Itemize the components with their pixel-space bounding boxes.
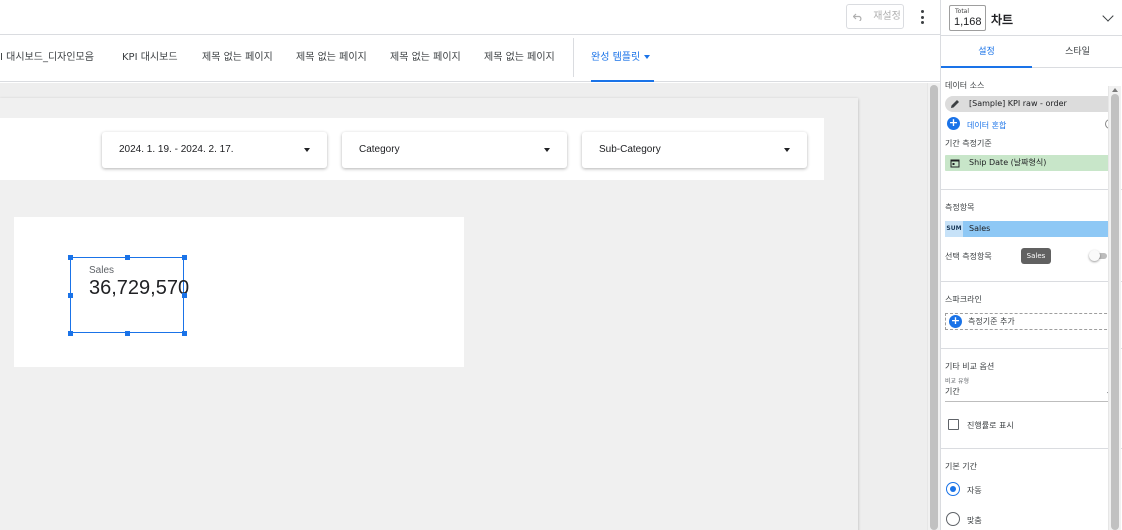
resize-handle[interactable] [182,331,187,336]
tab-separator [573,38,574,77]
category-filter-label: Category [359,144,400,155]
resize-handle[interactable] [125,255,130,260]
add-icon[interactable]: + [947,117,960,130]
date-range-label: 2024. 1. 19. - 2024. 2. 17. [119,144,234,155]
tab-page-5[interactable]: 제목 없는 페이지 [390,35,461,82]
scorecard-type-icon[interactable]: Total 1,168 [949,5,986,31]
radio-custom-label: 맞춤 [967,516,982,525]
tab-page-2[interactable]: KPI 대시보드 [122,35,178,82]
radio-auto[interactable] [946,482,960,496]
caret-down-icon [644,55,651,59]
comparison-options-title: 기타 비교 옵션 [945,362,995,371]
chevron-down-icon[interactable] [1102,10,1114,22]
sub-category-filter-label: Sub-Category [599,144,661,155]
type-icon-value: 1,168 [954,16,982,28]
date-range-filter[interactable]: 2024. 1. 19. - 2024. 2. 17. [102,132,327,168]
scrollbar-thumb[interactable] [930,85,938,530]
tab-page-4[interactable]: 제목 없는 페이지 [296,35,367,82]
properties-panel: Total 1,168 차트 설정 스타일 데이터 소스 [Sample] KP… [940,0,1122,530]
resize-handle[interactable] [68,255,73,260]
add-icon: + [949,314,962,328]
report-canvas: 2024. 1. 19. - 2024. 2. 17. Category Sub… [0,83,940,530]
default-range-title: 기본 기간 [945,462,977,471]
resize-handle[interactable] [68,293,73,298]
dropdown-arrow-icon [784,148,790,152]
progress-checkbox-label: 진행률로 표시 [967,421,1014,430]
radio-auto-label: 자동 [967,486,982,495]
tab-page-1[interactable]: PI 대시보드_디자인모음 [0,35,94,82]
aggregation-badge[interactable]: SUM [945,221,963,237]
panel-scrollbar[interactable] [1108,86,1121,530]
dropdown-arrow-icon [304,148,310,152]
optional-metrics-label: 선택 측정항목 [945,252,992,261]
comparison-type-value: 기간 [945,387,960,396]
data-source-chip[interactable]: [Sample] KPI raw - order [945,96,1117,112]
tab-style[interactable]: 스타일 [1032,36,1122,68]
scorecard-chart[interactable]: Sales 36,729,570 [68,255,189,336]
tab-template-label: 완성 템플릿 [591,52,641,63]
add-sparkline-dimension[interactable]: + 측정기준 추가 [945,313,1117,330]
add-dimension-label: 측정기준 추가 [968,317,1015,326]
resize-handle[interactable] [68,331,73,336]
more-vert-icon[interactable] [915,8,929,26]
comparison-type-label: 비교 유형 [945,378,969,385]
resize-handle[interactable] [125,331,130,336]
metric-field-name: Sales [969,224,991,233]
data-source-title: 데이터 소스 [945,81,985,90]
scrollbar-thumb[interactable] [1111,94,1119,530]
divider [941,189,1122,190]
reset-label: 재설정 [873,11,901,22]
date-dimension-name: Ship Date (날짜형식) [969,158,1047,167]
undo-icon [853,13,862,21]
category-filter[interactable]: Category [342,132,567,168]
type-icon-caption: Total [955,8,970,15]
filter-strip: 2024. 1. 19. - 2024. 2. 17. Category Sub… [0,118,824,180]
metric-chip[interactable]: SUM Sales [945,221,1117,237]
pencil-icon[interactable] [950,99,960,109]
tab-page-6[interactable]: 제목 없는 페이지 [484,35,555,82]
scorecard-value: 36,729,570 [89,277,190,299]
optional-metrics-toggle[interactable] [1089,250,1107,261]
date-range-dimension-title: 기간 측정기준 [945,139,992,148]
tooltip: Sales [1021,248,1051,264]
metric-section-title: 측정항목 [945,203,975,212]
tab-template[interactable]: 완성 템플릿 [591,35,654,82]
kpi-card-container: Sales 36,729,570 [14,217,464,367]
resize-handle[interactable] [182,293,187,298]
panel-header: Total 1,168 차트 [941,0,1122,36]
radio-custom[interactable] [946,512,960,526]
progress-checkbox[interactable] [948,419,959,430]
tab-page-3[interactable]: 제목 없는 페이지 [202,35,273,82]
page-tabs-bar: PI 대시보드_디자인모음 KPI 대시보드 제목 없는 페이지 제목 없는 페… [0,35,940,82]
blend-data-link[interactable]: 데이터 혼합 [967,120,1006,131]
tab-setup[interactable]: 설정 [941,36,1032,68]
divider [941,281,1122,282]
date-dimension-chip[interactable]: Ship Date (날짜형식) [945,155,1117,171]
panel-title: 차트 [991,13,1014,27]
top-toolbar: 재설정 [0,0,940,35]
canvas-scrollbar[interactable] [927,83,940,530]
data-source-name: [Sample] KPI raw - order [969,99,1067,108]
dropdown-arrow-icon [544,148,550,152]
report-page: 2024. 1. 19. - 2024. 2. 17. Category Sub… [0,98,858,530]
calendar-icon [950,159,960,168]
resize-handle[interactable] [182,255,187,260]
comparison-type-select[interactable]: 기간 [945,386,1115,402]
sub-category-filter[interactable]: Sub-Category [582,132,807,168]
scorecard-metric-label: Sales [89,265,115,276]
divider [941,448,1122,449]
scroll-up-icon[interactable] [1112,88,1118,92]
sparkline-title: 스파크라인 [945,295,982,304]
divider [941,348,1122,349]
reset-button[interactable]: 재설정 [846,4,904,29]
